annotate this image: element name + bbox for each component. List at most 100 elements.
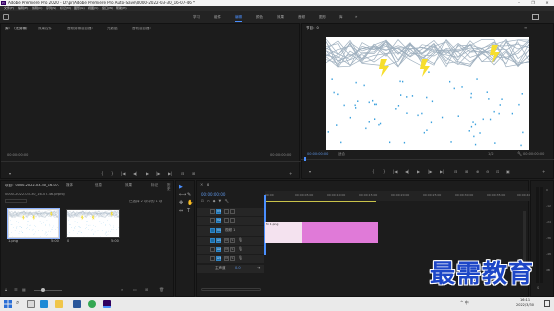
zoom-slider-handle[interactable] xyxy=(41,288,45,292)
track-label[interactable]: A1 xyxy=(216,238,221,243)
workspace-effects[interactable]: 效果 xyxy=(277,15,284,20)
program-goto-in-button[interactable]: |◀ xyxy=(393,170,397,174)
program-mark-in-button[interactable]: { xyxy=(372,170,375,174)
tab-sequence[interactable]: 0 xyxy=(207,183,209,188)
track-output-toggle[interactable] xyxy=(224,209,229,214)
tab-history[interactable]: 历史 xyxy=(167,183,173,191)
timeline-tool-icons[interactable]: ⊡ ∩ ◆ ▼ 🔧︎ xyxy=(201,199,230,204)
wrench-icon[interactable]: 🔧︎ xyxy=(517,152,522,156)
project-item-name-1[interactable]: 1.png xyxy=(8,239,18,244)
search-icon[interactable]: ⌕ xyxy=(16,300,19,306)
tab-metadata[interactable]: 元数据 xyxy=(107,27,118,31)
eye-icon[interactable] xyxy=(230,209,235,214)
program-fit-select[interactable]: 适合 xyxy=(338,152,345,157)
program-play-button[interactable]: ▶ xyxy=(417,170,420,174)
program-goto-out-button[interactable]: ▶| xyxy=(440,170,444,174)
program-timecode[interactable]: 00:00:00:00 xyxy=(307,152,328,157)
lock-icon[interactable]: 🔒︎ xyxy=(5,288,7,292)
track-label[interactable]: V2 xyxy=(216,218,221,223)
program-playhead[interactable] xyxy=(304,157,306,161)
source-goto-out-button[interactable]: ▶| xyxy=(168,172,172,176)
track-output-toggle[interactable] xyxy=(224,218,229,223)
workspace-assembly[interactable]: 组件 xyxy=(214,15,221,20)
track-label[interactable]: A3 xyxy=(216,256,221,261)
source-patch-a3[interactable] xyxy=(210,256,215,261)
workspace-audio[interactable]: 音频 xyxy=(298,15,305,20)
home-icon[interactable] xyxy=(3,14,9,20)
source-insert-button[interactable]: ⊟ xyxy=(181,172,184,176)
menu-edit[interactable]: 编辑(E) xyxy=(18,7,28,10)
workspace-learning[interactable]: 学习 xyxy=(193,15,200,20)
edge-browser-icon[interactable] xyxy=(40,300,48,308)
source-goto-in-button[interactable]: |◀ xyxy=(121,172,125,176)
chrome-icon[interactable] xyxy=(88,300,96,308)
menu-window[interactable]: 窗口(W) xyxy=(102,7,113,10)
time-ruler[interactable]: 00:00 00:00:05:00 00:00:10:00 00:00:15:0… xyxy=(265,191,535,201)
program-compare-button[interactable]: ▣ xyxy=(506,170,510,174)
eye-icon[interactable] xyxy=(230,218,235,223)
menu-graphics[interactable]: 图形(G) xyxy=(74,7,85,10)
program-export-frame-button[interactable]: ⊡ xyxy=(496,170,499,174)
program-safe-margins-button[interactable]: ⊕ xyxy=(476,170,479,174)
track-label[interactable]: V3 xyxy=(216,209,221,214)
source-step-back-button[interactable]: ◀| xyxy=(133,172,137,176)
project-item-name-2[interactable]: 0 xyxy=(67,239,69,244)
source-add-button[interactable]: + xyxy=(289,172,292,176)
tab-audio-clip-mixer[interactable]: 音频剪辑混合器： xyxy=(67,27,95,31)
source-patch-a2[interactable] xyxy=(210,247,215,252)
tab-source[interactable]: 源：（无剪辑） xyxy=(5,27,30,31)
source-step-forward-button[interactable]: |▶ xyxy=(156,172,160,176)
microphone-icon[interactable]: 🎙︎ xyxy=(238,256,243,260)
master-volume-value[interactable]: 0.0 xyxy=(235,266,241,271)
work-area-bar[interactable] xyxy=(265,201,376,202)
meter-solo-button[interactable]: S xyxy=(537,286,539,291)
razor-tool-icon[interactable]: ✎ xyxy=(187,193,191,198)
new-item-icon[interactable]: ⊞ xyxy=(145,288,148,292)
timeline-zoom-scrollbar[interactable] xyxy=(201,288,261,291)
track-select-tool-icon[interactable]: ⟷ xyxy=(179,193,186,198)
clip-segment-2[interactable] xyxy=(302,222,378,243)
microphone-icon[interactable]: 🎙︎ xyxy=(238,247,243,251)
tab-media-browser[interactable]: 媒体 xyxy=(66,183,73,188)
program-quality-select[interactable]: 1/2 xyxy=(488,152,494,157)
program-settings-icon[interactable]: ≡ xyxy=(524,26,527,30)
clock-time[interactable]: 16:11 xyxy=(520,298,530,303)
icon-view-icon[interactable]: ▦ xyxy=(22,288,26,292)
menu-marker[interactable]: 标记(M) xyxy=(60,7,71,10)
trash-icon[interactable]: 🗑︎ xyxy=(159,288,164,292)
project-item-thumb-2[interactable] xyxy=(66,209,120,238)
tab-project[interactable]: 项目：0000-2022-03-30_16-07-46 xyxy=(5,184,59,188)
video-clip[interactable]: fx 1.png xyxy=(265,222,378,243)
zoom-slider[interactable] xyxy=(34,290,62,291)
selection-tool-icon[interactable]: ▶ xyxy=(179,185,183,190)
menu-help[interactable]: 帮助(H) xyxy=(116,7,127,10)
track-label[interactable]: V1 xyxy=(216,228,221,233)
program-add-button[interactable]: + xyxy=(542,170,545,174)
program-step-back-button[interactable]: ◀| xyxy=(405,170,409,174)
mute-toggle[interactable]: M xyxy=(224,256,229,261)
source-scrub-bar[interactable] xyxy=(1,161,301,162)
track-label[interactable]: A2 xyxy=(216,247,221,252)
program-marker-button[interactable]: ▾ xyxy=(309,170,311,174)
new-bin-icon[interactable]: ▭ xyxy=(133,288,137,292)
task-view-icon[interactable] xyxy=(27,300,35,308)
sync-lock-toggle[interactable] xyxy=(210,209,215,214)
mute-toggle[interactable]: M xyxy=(224,238,229,243)
menu-clip[interactable]: 剪辑(C) xyxy=(32,7,42,10)
tab-effect-controls[interactable]: 效果控件 xyxy=(38,27,52,31)
workspace-graphics[interactable]: 图形 xyxy=(319,15,326,20)
menu-file[interactable]: 文件(F) xyxy=(4,7,14,10)
workspace-more-icon[interactable]: » xyxy=(355,15,357,19)
program-step-forward-button[interactable]: |▶ xyxy=(428,170,432,174)
list-view-icon[interactable]: ☰ xyxy=(14,288,18,292)
tab-info[interactable]: 信息 xyxy=(95,183,102,188)
workspace-editing[interactable]: 编辑 xyxy=(235,15,242,22)
program-lift-button[interactable]: ⊟ xyxy=(454,170,457,174)
workspace-color[interactable]: 颜色 xyxy=(256,15,263,20)
type-tool-icon[interactable]: T xyxy=(187,209,190,214)
search-icon[interactable]: ⌕ xyxy=(121,288,123,292)
solo-toggle[interactable]: S xyxy=(230,256,235,261)
workspace-libraries[interactable]: 库 xyxy=(339,15,343,20)
sync-lock-toggle[interactable] xyxy=(210,218,215,223)
source-mark-out-button[interactable]: } xyxy=(111,172,114,176)
